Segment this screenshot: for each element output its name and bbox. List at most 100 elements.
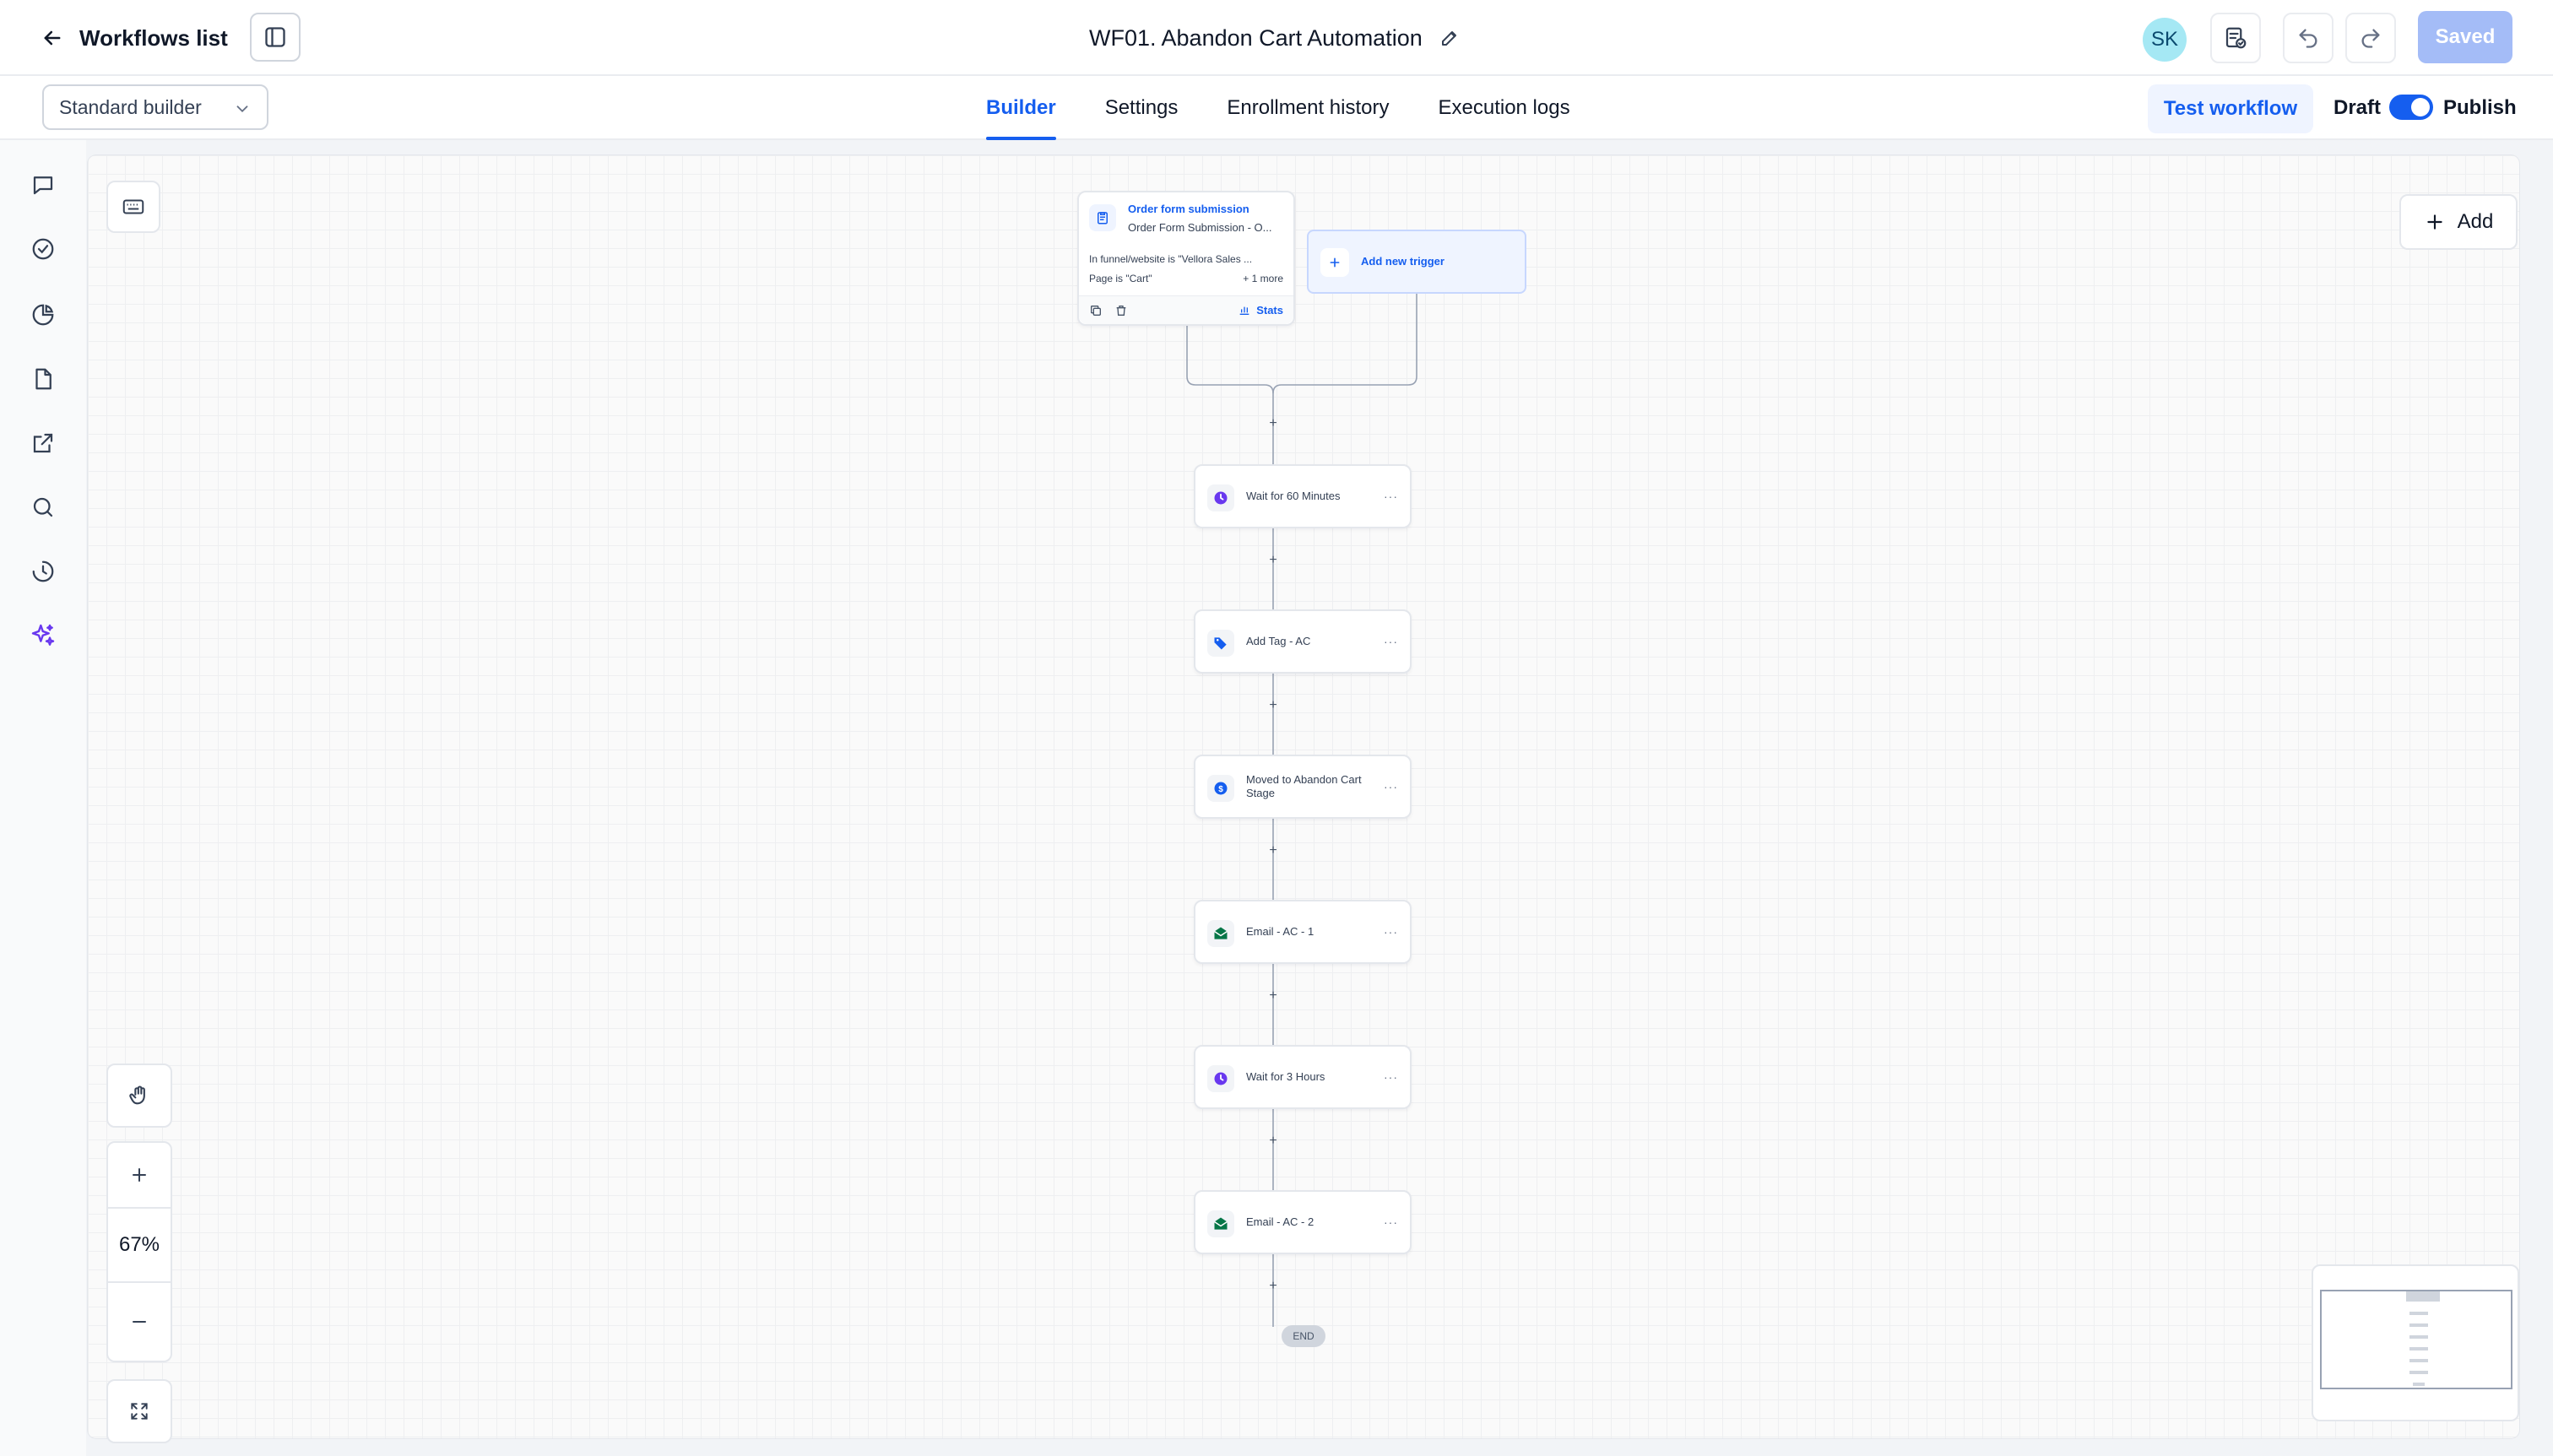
trigger-subtitle: Order Form Submission - O...	[1128, 221, 1272, 234]
add-new-trigger-node[interactable]: Add new trigger	[1307, 230, 1526, 294]
redo-button[interactable]	[2345, 13, 2396, 63]
workflow-title: WF01. Abandon Cart Automation	[1089, 21, 1460, 55]
clock-icon	[1207, 1065, 1234, 1092]
add-trigger-label: Add new trigger	[1361, 255, 1445, 268]
action-node-wait-60[interactable]: Wait for 60 Minutes ···	[1194, 464, 1412, 528]
trigger-node[interactable]: Order form submission Order Form Submiss…	[1077, 191, 1295, 326]
tab-enrollment-history[interactable]: Enrollment history	[1227, 76, 1389, 140]
search-icon[interactable]	[25, 490, 61, 525]
tag-icon	[1207, 630, 1234, 657]
bar-chart-icon	[1239, 306, 1249, 315]
zoom-in-button[interactable]	[108, 1143, 171, 1209]
action-node-wait-3h[interactable]: Wait for 3 Hours ···	[1194, 1045, 1412, 1109]
add-trigger-plus-box	[1320, 248, 1349, 277]
keyboard-shortcuts-button[interactable]	[106, 181, 160, 233]
action-node-moved-stage[interactable]: $ Moved to Abandon Cart Stage ···	[1194, 755, 1412, 819]
pie-chart-icon[interactable]	[25, 297, 61, 333]
test-workflow-button[interactable]: Test workflow	[2148, 84, 2313, 133]
arrow-left-icon	[44, 30, 61, 46]
clipboard-icon	[1098, 212, 1108, 225]
copy-icon[interactable]	[1089, 304, 1103, 317]
undo-button[interactable]	[2283, 13, 2333, 63]
insert-step-button[interactable]: +	[1266, 1280, 1280, 1293]
more-options-icon[interactable]: ···	[1384, 780, 1398, 793]
email-icon	[1207, 920, 1234, 947]
tab-builder[interactable]: Builder	[986, 76, 1056, 140]
zoom-controls: 67%	[106, 1141, 172, 1362]
ai-sparkle-icon[interactable]	[25, 618, 61, 653]
canvas-area: Add Order form submission Order Form Sub…	[86, 140, 2553, 1456]
add-label: Add	[2457, 210, 2494, 233]
toggle-knob	[2411, 98, 2430, 116]
action-label: Add Tag - AC	[1246, 635, 1311, 647]
pan-mode-button[interactable]	[106, 1064, 172, 1128]
trigger-more[interactable]: + 1 more	[1243, 273, 1283, 284]
action-label: Wait for 60 Minutes	[1246, 490, 1341, 502]
plus-icon	[2426, 214, 2442, 230]
zoom-out-button[interactable]	[108, 1283, 171, 1361]
external-link-icon[interactable]	[25, 425, 61, 461]
builder-mode-select[interactable]: Standard builder	[42, 84, 268, 130]
file-icon[interactable]	[25, 361, 61, 397]
insert-step-button[interactable]: +	[1266, 554, 1280, 567]
action-node-email-1[interactable]: Email - AC - 1 ···	[1194, 900, 1412, 964]
trigger-filter-2: Page is "Cart"	[1089, 273, 1152, 284]
minimap-nodes	[2406, 1291, 2440, 1386]
left-rail	[0, 140, 86, 1456]
tab-settings[interactable]: Settings	[1105, 76, 1179, 140]
fit-view-button[interactable]	[106, 1379, 172, 1443]
tab-execution-logs[interactable]: Execution logs	[1438, 76, 1569, 140]
trigger-filter-1: In funnel/website is "Vellora Sales ...	[1089, 253, 1253, 265]
more-options-icon[interactable]: ···	[1384, 1070, 1398, 1084]
minimap[interactable]	[2312, 1264, 2519, 1421]
panel-left-icon	[265, 27, 285, 47]
builder-mode-value: Standard builder	[59, 95, 202, 118]
insert-step-button[interactable]: +	[1266, 1134, 1280, 1148]
svg-text:$: $	[1218, 785, 1223, 794]
action-node-add-tag[interactable]: Add Tag - AC ···	[1194, 609, 1412, 674]
hand-icon	[129, 1085, 145, 1105]
action-label: Wait for 3 Hours	[1246, 1070, 1325, 1083]
insert-step-button[interactable]: +	[1266, 699, 1280, 712]
more-options-icon[interactable]: ···	[1384, 1215, 1398, 1229]
more-options-icon[interactable]: ···	[1384, 490, 1398, 503]
insert-step-button[interactable]: +	[1266, 989, 1280, 1003]
history-icon[interactable]	[25, 554, 61, 589]
add-button[interactable]: Add	[2399, 194, 2518, 250]
plus-icon	[133, 1168, 146, 1182]
avatar[interactable]: SK	[2143, 18, 2187, 62]
zoom-value: 67%	[118, 1233, 160, 1256]
email-icon	[1207, 1210, 1234, 1237]
check-circle-icon[interactable]	[25, 231, 61, 267]
pencil-icon[interactable]	[1439, 28, 1460, 48]
stats-link[interactable]: Stats	[1238, 303, 1283, 317]
plus-icon	[1330, 257, 1340, 268]
action-node-email-2[interactable]: Email - AC - 2 ···	[1194, 1190, 1412, 1254]
action-label: Moved to Abandon Cart Stage	[1246, 773, 1362, 799]
draft-label: Draft	[2333, 96, 2382, 119]
chevron-down-icon	[236, 106, 248, 113]
publish-label: Publish	[2443, 96, 2517, 119]
more-options-icon[interactable]: ···	[1384, 925, 1398, 939]
publish-toggle[interactable]	[2389, 95, 2433, 120]
more-options-icon[interactable]: ···	[1384, 635, 1398, 648]
back-to-workflows-button[interactable]: Workflows list	[41, 19, 228, 57]
keyboard-icon	[122, 199, 144, 214]
stats-label: Stats	[1256, 303, 1283, 317]
document-check-icon	[2225, 27, 2247, 49]
sidebar-toggle-button[interactable]	[250, 13, 301, 62]
trigger-title: Order form submission	[1128, 203, 1249, 215]
insert-step-button[interactable]: +	[1266, 417, 1280, 430]
workflow-notes-button[interactable]	[2210, 13, 2261, 63]
back-label: Workflows list	[79, 24, 228, 51]
top-bar: Workflows list WF01. Abandon Cart Automa…	[0, 0, 2553, 76]
secondary-toolbar: Standard builder Builder Settings Enroll…	[0, 76, 2553, 140]
workflow-canvas[interactable]: Add Order form submission Order Form Sub…	[88, 155, 2519, 1443]
saved-button[interactable]: Saved	[2418, 11, 2512, 63]
comment-icon[interactable]	[25, 167, 61, 203]
insert-step-button[interactable]: +	[1266, 844, 1280, 858]
trash-icon[interactable]	[1114, 304, 1128, 317]
minus-icon	[133, 1321, 146, 1323]
action-label: Email - AC - 2	[1246, 1215, 1314, 1228]
redo-icon	[2361, 29, 2380, 48]
